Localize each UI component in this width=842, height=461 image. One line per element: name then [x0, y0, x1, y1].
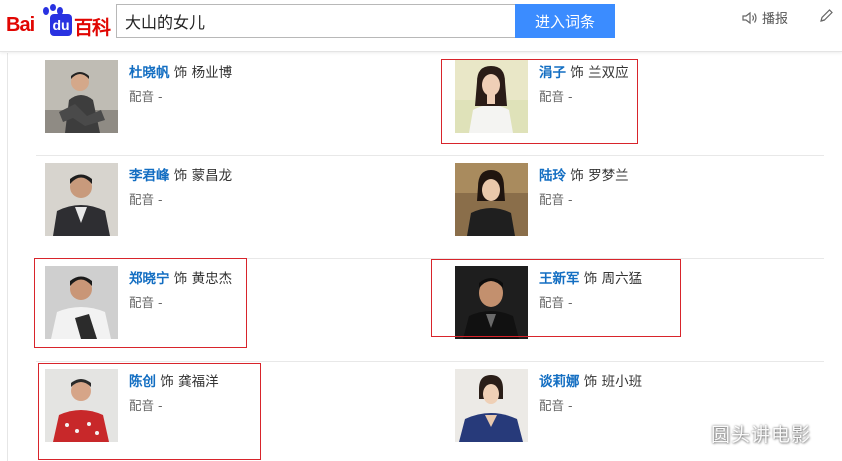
- role-name: 龚福洋: [178, 374, 219, 390]
- actor-photo[interactable]: [45, 163, 118, 236]
- actor-photo[interactable]: [455, 60, 528, 133]
- actor-name-link[interactable]: 陈创: [129, 374, 156, 390]
- dub-label: 配音: [539, 192, 565, 207]
- actor-name-line: 陆玲 饰 罗梦兰: [539, 167, 629, 185]
- actor-info: 陆玲 饰 罗梦兰 配音 -: [539, 167, 629, 208]
- actor-name-link[interactable]: 涓子: [539, 65, 566, 81]
- dub-value: -: [568, 192, 573, 207]
- actor-info: 李君峰 饰 蒙昌龙 配音 -: [129, 167, 232, 208]
- actor-photo[interactable]: [455, 266, 528, 339]
- actor-photo[interactable]: [45, 60, 118, 133]
- actor-photo[interactable]: [45, 266, 118, 339]
- pencil-icon: [820, 9, 833, 22]
- dub-value: -: [158, 89, 163, 104]
- play-label: 播报: [762, 12, 789, 27]
- baidu-baike-logo[interactable]: Bai du 百科: [6, 4, 112, 40]
- as-label: 饰: [570, 168, 584, 184]
- top-bar: Bai du 百科 进入词条 播报: [0, 0, 842, 52]
- logo-du-text: du: [50, 14, 72, 36]
- actor-name-line: 王新军 饰 周六猛: [539, 270, 642, 288]
- actor-name-link[interactable]: 谈莉娜: [539, 374, 580, 390]
- role-name: 罗梦兰: [588, 168, 629, 184]
- actor-info: 谈莉娜 饰 班小班 配音 -: [539, 373, 642, 414]
- role-name: 兰双应: [588, 65, 629, 81]
- actor-photo[interactable]: [455, 369, 528, 442]
- dub-value: -: [568, 295, 573, 310]
- role-name: 蒙昌龙: [191, 168, 233, 184]
- actor-photo[interactable]: [45, 369, 118, 442]
- cast-list: 杜晓帆 饰 杨业博 配音 - 涓子 饰 兰双应 配音 - 李君峰 饰 蒙昌龙 配…: [36, 53, 824, 461]
- role-name: 黄忠杰: [191, 271, 233, 287]
- actor-name-line: 杜晓帆 饰 杨业博: [129, 64, 232, 82]
- as-label: 饰: [160, 374, 174, 390]
- actor-info: 郑晓宁 饰 黄忠杰 配音 -: [129, 270, 232, 311]
- as-label: 饰: [570, 65, 584, 81]
- actor-info: 涓子 饰 兰双应 配音 -: [539, 64, 629, 105]
- voice-dub-line: 配音 -: [539, 89, 629, 105]
- dub-label: 配音: [539, 295, 565, 310]
- speaker-icon: [742, 11, 757, 24]
- role-name: 杨业博: [191, 65, 233, 81]
- dub-label: 配音: [129, 89, 155, 104]
- actor-name-link[interactable]: 杜晓帆: [129, 65, 170, 81]
- dub-label: 配音: [129, 295, 155, 310]
- actor-name-line: 郑晓宁 饰 黄忠杰: [129, 270, 232, 288]
- dub-value: -: [568, 398, 573, 413]
- dub-label: 配音: [539, 398, 565, 413]
- actor-name-link[interactable]: 陆玲: [539, 168, 566, 184]
- actor-name-link[interactable]: 王新军: [539, 271, 580, 287]
- actor-info: 陈创 饰 龚福洋 配音 -: [129, 373, 219, 414]
- enter-entry-button[interactable]: 进入词条: [515, 4, 615, 38]
- as-label: 饰: [173, 271, 188, 287]
- as-label: 饰: [173, 168, 188, 184]
- logo-baike-text: 百科: [74, 17, 111, 39]
- voice-dub-line: 配音 -: [129, 192, 232, 208]
- actor-name-link[interactable]: 李君峰: [129, 168, 170, 184]
- as-label: 饰: [583, 374, 598, 390]
- dub-value: -: [158, 295, 163, 310]
- cast-row: 陈创 饰 龚福洋 配音 - 谈莉娜 饰 班小班 配音 -: [36, 362, 824, 461]
- actor-info: 杜晓帆 饰 杨业博 配音 -: [129, 64, 232, 105]
- logo-bai-text: Bai: [6, 14, 35, 36]
- actor-name-link[interactable]: 郑晓宁: [129, 271, 170, 287]
- dub-value: -: [568, 89, 573, 104]
- watermark-text: 圆头讲电影: [711, 424, 812, 446]
- actor-photo[interactable]: [455, 163, 528, 236]
- dub-value: -: [158, 398, 163, 413]
- as-label: 饰: [173, 65, 188, 81]
- dub-value: -: [158, 192, 163, 207]
- cast-row: 李君峰 饰 蒙昌龙 配音 - 陆玲 饰 罗梦兰 配音 -: [36, 156, 824, 259]
- voice-dub-line: 配音 -: [539, 295, 642, 311]
- cast-row: 郑晓宁 饰 黄忠杰 配音 - 王新军 饰 周六猛 配音 -: [36, 259, 824, 362]
- voice-dub-line: 配音 -: [129, 295, 232, 311]
- role-name: 班小班: [601, 374, 643, 390]
- actor-name-line: 谈莉娜 饰 班小班: [539, 373, 642, 391]
- play-audio-button[interactable]: 播报: [742, 8, 788, 27]
- actor-info: 王新军 饰 周六猛 配音 -: [539, 270, 642, 311]
- as-label: 饰: [583, 271, 598, 287]
- role-name: 周六猛: [601, 271, 643, 287]
- content-left-border: [7, 53, 8, 461]
- actor-name-line: 涓子 饰 兰双应: [539, 64, 629, 82]
- search-input[interactable]: [116, 4, 516, 38]
- cast-row: 杜晓帆 饰 杨业博 配音 - 涓子 饰 兰双应 配音 -: [36, 53, 824, 156]
- actor-name-line: 陈创 饰 龚福洋: [129, 373, 219, 391]
- dub-label: 配音: [129, 192, 155, 207]
- dub-label: 配音: [129, 398, 155, 413]
- voice-dub-line: 配音 -: [539, 192, 629, 208]
- voice-dub-line: 配音 -: [129, 398, 219, 414]
- voice-dub-line: 配音 -: [539, 398, 642, 414]
- voice-dub-line: 配音 -: [129, 89, 232, 105]
- actor-name-line: 李君峰 饰 蒙昌龙: [129, 167, 232, 185]
- edit-button[interactable]: [818, 8, 838, 24]
- dub-label: 配音: [539, 89, 565, 104]
